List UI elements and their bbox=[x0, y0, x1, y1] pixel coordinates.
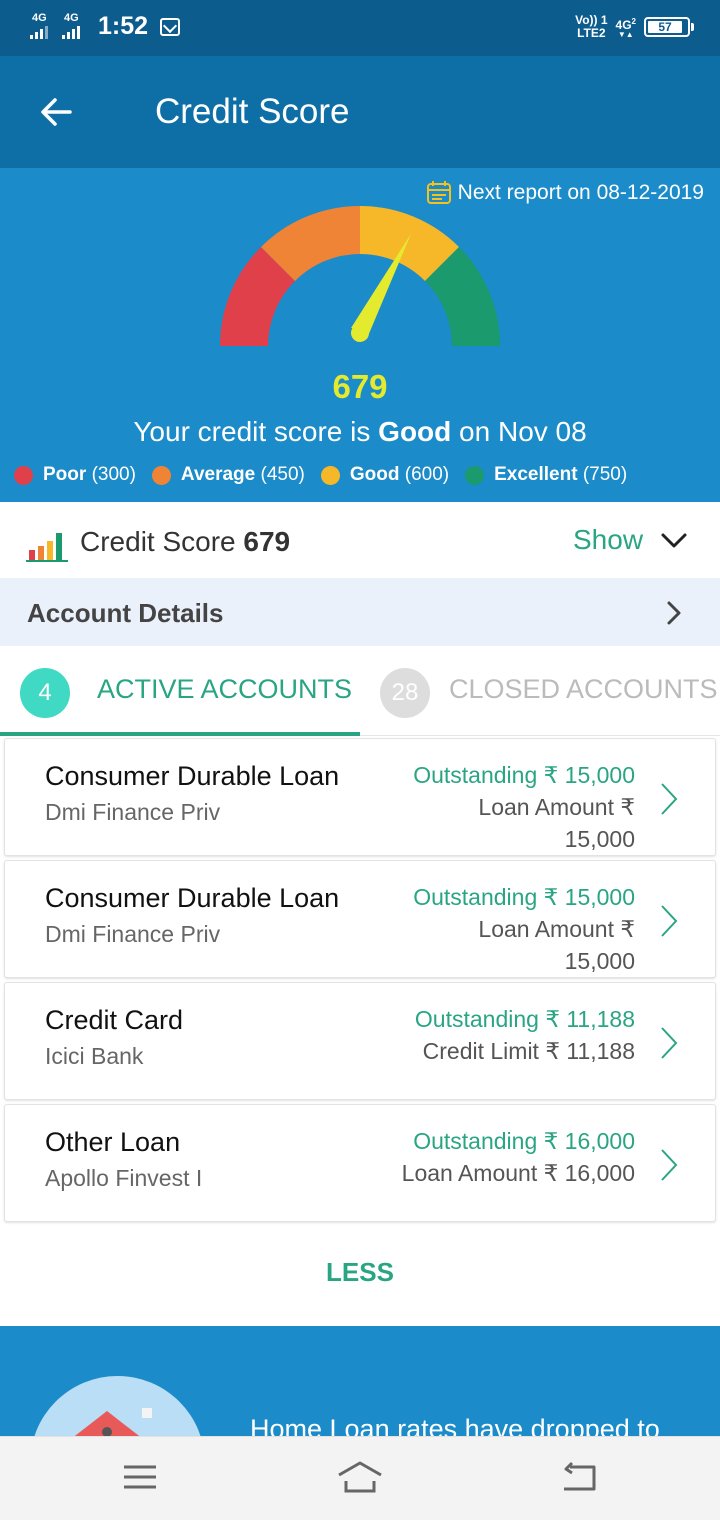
account-card[interactable]: Consumer Durable Loan Dmi Finance Priv O… bbox=[4, 860, 716, 978]
mail-notification-icon bbox=[160, 17, 181, 36]
credit-score-value: 679 bbox=[332, 368, 388, 405]
network-4g-icon: 4G2 ▼▲ bbox=[615, 16, 636, 39]
account-details-label: Account Details bbox=[27, 598, 224, 628]
tab-active-accounts[interactable]: 4 ACTIVE ACCOUNTS bbox=[0, 646, 360, 736]
battery-level: 57 bbox=[648, 21, 682, 33]
volte-line2: LTE2 bbox=[577, 26, 606, 40]
page-title: Credit Score bbox=[155, 92, 350, 131]
credit-score-row-label: Credit Score bbox=[80, 526, 236, 557]
closed-tab-label: CLOSED ACCOUNTS bbox=[449, 674, 718, 704]
account-amount-value: 15,000 bbox=[564, 826, 635, 852]
home-loan-promo-banner[interactable]: Home Loan rates have dropped to bbox=[0, 1326, 720, 1446]
credit-score-row-value: 679 bbox=[243, 526, 291, 557]
arrow-left-icon[interactable] bbox=[38, 94, 74, 130]
account-outstanding: Outstanding ₹ 16,000 bbox=[413, 1128, 635, 1154]
account-amount: Loan Amount ₹ 16,000 bbox=[401, 1160, 635, 1186]
account-amount: Loan Amount ₹ bbox=[478, 916, 635, 942]
chevron-right-icon bbox=[667, 601, 681, 625]
volte-indicator: Vo)) 1 LTE2 bbox=[575, 14, 607, 40]
signal-2-icon: 4G bbox=[62, 11, 86, 41]
network-type-2: 4G bbox=[64, 11, 79, 24]
legend-excellent: Excellent (750) bbox=[465, 464, 627, 486]
app-screen: 4G 4G 1:52 Vo)) 1 LTE2 4G2 ▼▲ 57 Credit … bbox=[0, 0, 720, 1520]
show-button[interactable]: Show bbox=[573, 524, 643, 556]
summary-suffix: on Nov 08 bbox=[451, 416, 587, 447]
chevron-right-icon bbox=[661, 1027, 678, 1059]
chevron-down-icon[interactable] bbox=[660, 528, 688, 552]
closed-count-badge: 28 bbox=[380, 668, 430, 718]
account-lender: Dmi Finance Priv bbox=[45, 921, 221, 947]
account-outstanding: Outstanding ₹ 11,188 bbox=[414, 1006, 635, 1032]
legend-dot bbox=[465, 465, 485, 485]
account-tabs: 4 ACTIVE ACCOUNTS 28 CLOSED ACCOUNTS bbox=[0, 646, 720, 736]
credit-score-summary: Your credit score is Good on Nov 08 bbox=[0, 416, 720, 448]
signal-1-icon: 4G bbox=[30, 11, 54, 41]
account-details-row[interactable]: Account Details bbox=[0, 578, 720, 646]
bar-chart-icon bbox=[26, 533, 68, 562]
account-outstanding: Outstanding ₹ 15,000 bbox=[413, 884, 635, 910]
account-card[interactable]: Credit Card Icici Bank Outstanding ₹ 11,… bbox=[4, 982, 716, 1100]
account-figures: Outstanding ₹ 11,188 Credit Limit ₹ 11,1… bbox=[385, 1003, 635, 1067]
chevron-right-icon bbox=[661, 783, 678, 815]
home-icon[interactable] bbox=[336, 1459, 384, 1495]
legend-value: (600) bbox=[404, 464, 450, 485]
account-name: Consumer Durable Loan bbox=[45, 883, 340, 913]
credit-score-gauge bbox=[220, 206, 500, 346]
account-outstanding: Outstanding ₹ 15,000 bbox=[413, 762, 635, 788]
clock: 1:52 bbox=[98, 12, 149, 40]
account-name: Credit Card bbox=[45, 1005, 184, 1035]
account-name: Consumer Durable Loan bbox=[45, 761, 340, 791]
legend-label: Average bbox=[180, 464, 256, 485]
credit-score-label: Credit Score 679 bbox=[80, 526, 290, 558]
menu-icon[interactable] bbox=[120, 1459, 160, 1495]
legend-dot bbox=[320, 465, 340, 485]
network-type-1: 4G bbox=[32, 11, 47, 24]
account-figures: Outstanding ₹ 15,000 Loan Amount ₹ 15,00… bbox=[385, 759, 635, 855]
chevron-right-icon bbox=[661, 1149, 678, 1181]
system-nav-bar bbox=[0, 1436, 720, 1520]
account-name: Other Loan bbox=[45, 1127, 181, 1157]
credit-score-row[interactable]: Credit Score 679 Show bbox=[0, 502, 720, 578]
legend-label: Poor bbox=[43, 464, 87, 485]
legend-average: Average (450) bbox=[151, 464, 305, 486]
legend-dot bbox=[151, 465, 171, 485]
account-card[interactable]: Other Loan Apollo Finvest I Outstanding … bbox=[4, 1104, 716, 1222]
battery-icon: 57 bbox=[644, 17, 694, 37]
account-amount: Credit Limit ₹ 11,188 bbox=[422, 1038, 635, 1064]
account-figures: Outstanding ₹ 15,000 Loan Amount ₹ 15,00… bbox=[385, 881, 635, 977]
chevron-right-icon bbox=[661, 905, 678, 937]
legend-good: Good (600) bbox=[320, 464, 450, 486]
active-count-badge: 4 bbox=[20, 668, 70, 718]
legend-label: Excellent bbox=[494, 464, 578, 485]
network-right-sub: 2 bbox=[631, 16, 636, 26]
legend-label: Good bbox=[349, 464, 400, 485]
account-lender: Apollo Finvest I bbox=[45, 1165, 203, 1191]
return-icon[interactable] bbox=[558, 1459, 598, 1495]
summary-rating: Good bbox=[378, 416, 452, 447]
app-bar: Credit Score bbox=[0, 56, 720, 168]
legend-value: (300) bbox=[91, 464, 136, 485]
account-amount: Loan Amount ₹ bbox=[478, 794, 635, 820]
legend-poor: Poor (300) bbox=[14, 464, 136, 486]
status-bar: 4G 4G 1:52 Vo)) 1 LTE2 4G2 ▼▲ 57 bbox=[0, 0, 720, 56]
legend-value: (450) bbox=[260, 464, 305, 485]
account-lender: Icici Bank bbox=[45, 1043, 144, 1069]
account-lender: Dmi Finance Priv bbox=[45, 799, 221, 825]
account-card[interactable]: Consumer Durable Loan Dmi Finance Priv O… bbox=[4, 738, 716, 856]
tab-closed-accounts[interactable]: 28 CLOSED ACCOUNTS bbox=[360, 646, 720, 736]
credit-score-hero: Next report on 08-12-2019 679 Your credi… bbox=[0, 168, 720, 502]
legend-value: (750) bbox=[582, 464, 628, 485]
legend-dot bbox=[14, 465, 33, 485]
account-figures: Outstanding ₹ 16,000 Loan Amount ₹ 16,00… bbox=[385, 1125, 635, 1189]
gauge-legend: Poor (300) Average (450) Good (600) Exce… bbox=[14, 464, 627, 486]
less-button[interactable]: LESS bbox=[0, 1226, 720, 1318]
account-amount-value: 15,000 bbox=[564, 948, 635, 974]
summary-prefix: Your credit score is bbox=[133, 416, 379, 447]
active-tab-label: ACTIVE ACCOUNTS bbox=[97, 674, 353, 704]
